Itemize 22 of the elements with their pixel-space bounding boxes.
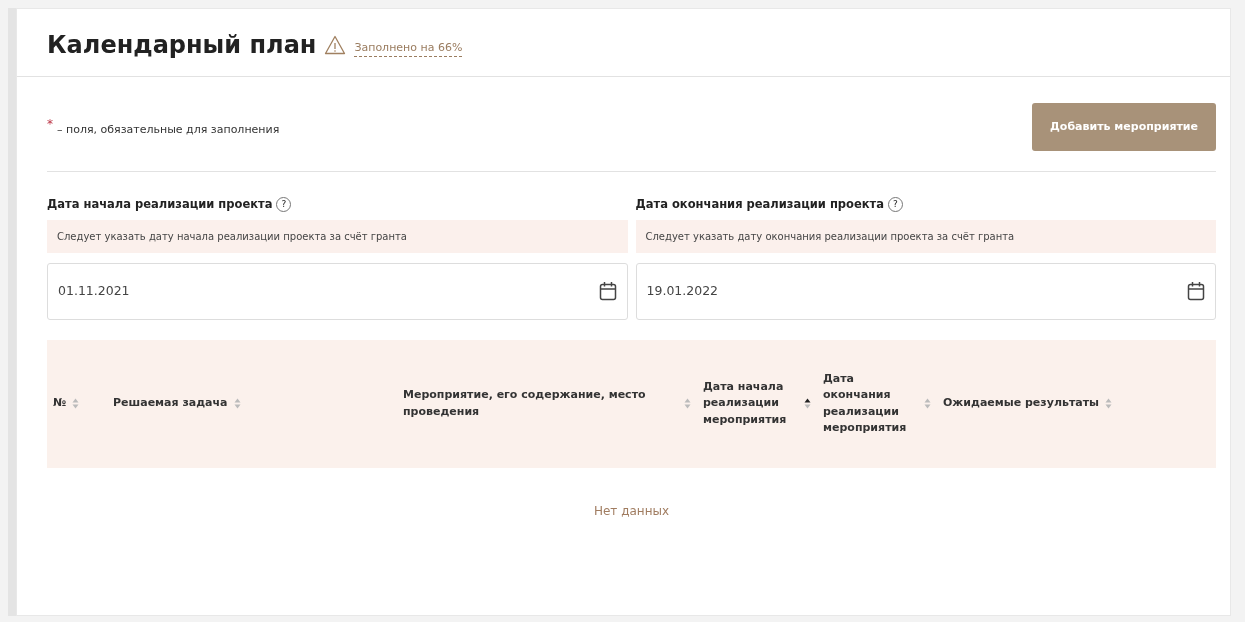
column-header[interactable]: № xyxy=(53,395,67,412)
column-header[interactable]: Ожидаемые результаты xyxy=(943,395,1100,412)
hint-text: Следует указать дату окончания реализации проекта за счёт гранта xyxy=(635,219,1216,253)
date-field[interactable]: 19.01.2022 xyxy=(635,262,1216,320)
column-header[interactable]: Дата окончания реализации мероприятия xyxy=(823,370,918,437)
column-header[interactable]: Решаемая задача xyxy=(113,395,228,412)
calendar-icon[interactable] xyxy=(1187,281,1205,302)
required-note: – поля, обязательные для заполнения xyxy=(57,123,280,137)
date-field[interactable]: 01.11.2021 xyxy=(47,262,628,320)
calendar-icon[interactable] xyxy=(598,281,617,302)
date-value: 01.11.2021 xyxy=(58,281,130,300)
completion-link[interactable]: Заполнено на 66% xyxy=(354,39,463,58)
hint-text: Следует указать дату начала реализации проекта за счёт гранта xyxy=(47,219,628,253)
page-title: Календарный план xyxy=(47,31,317,60)
field-label: Дата окончания реализации проекта xyxy=(635,196,884,214)
column-header[interactable]: Мероприятие, его содержание, место проведения xyxy=(403,387,678,421)
empty-message: Нет данных xyxy=(592,502,671,520)
field-label: Дата начала реализации проекта xyxy=(47,196,273,214)
column-header[interactable]: Дата начала реализации мероприятия xyxy=(703,378,798,429)
date-value: 19.01.2022 xyxy=(646,281,719,300)
required-asterisk: * xyxy=(47,117,53,132)
sort-icon[interactable] xyxy=(804,398,811,410)
